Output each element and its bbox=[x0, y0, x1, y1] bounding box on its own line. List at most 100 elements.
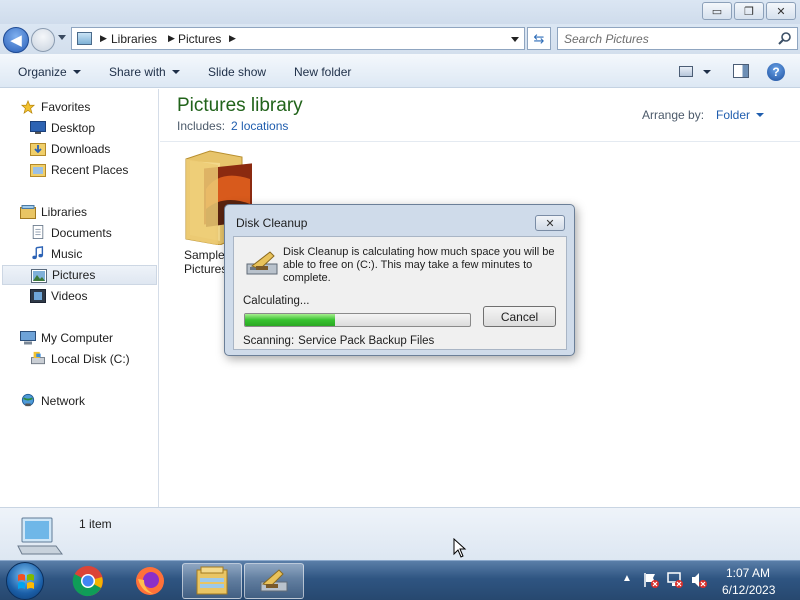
details-pane: 1 item bbox=[0, 507, 800, 560]
disk-cleanup-icon bbox=[246, 251, 278, 275]
clock-time[interactable]: 1:07 AM bbox=[726, 566, 770, 580]
refresh-icon: ⇆ bbox=[533, 30, 545, 46]
breadcrumb[interactable]: ▶ Libraries ▶ Pictures ▶ bbox=[71, 27, 525, 50]
music-icon bbox=[32, 246, 44, 260]
sidebar-item-desktop[interactable]: Desktop bbox=[0, 118, 157, 138]
taskbar-firefox[interactable] bbox=[120, 563, 180, 599]
back-arrow-icon: ◀ bbox=[10, 32, 22, 49]
sidebar-item-my-computer[interactable]: My Computer bbox=[0, 328, 157, 348]
sidebar-item-label: Music bbox=[51, 247, 83, 261]
preview-pane-icon[interactable] bbox=[733, 64, 749, 78]
sidebar-item-label: Recent Places bbox=[51, 163, 129, 177]
sidebar-item-label: Network bbox=[41, 394, 86, 408]
star-icon bbox=[20, 100, 36, 114]
recent-pages-dropdown[interactable] bbox=[58, 35, 66, 40]
address-bar: ◀ ▶ Libraries ▶ Pictures ▶ ⇆ bbox=[0, 24, 800, 54]
library-includes: Includes: 2 locations bbox=[177, 119, 288, 133]
organize-label: Organize bbox=[18, 65, 67, 79]
share-with-button[interactable]: Share with bbox=[109, 65, 180, 79]
explorer-icon bbox=[196, 566, 228, 595]
mouse-cursor-icon bbox=[453, 538, 467, 558]
includes-label: Includes: bbox=[177, 119, 226, 133]
breadcrumb-separator-icon[interactable]: ▶ bbox=[168, 33, 175, 44]
firefox-icon bbox=[136, 567, 164, 595]
new-folder-button[interactable]: New folder bbox=[294, 65, 351, 79]
sidebar-item-music[interactable]: Music bbox=[0, 244, 157, 264]
network-icon bbox=[21, 393, 35, 407]
volume-muted-icon[interactable] bbox=[690, 571, 708, 589]
slide-show-button[interactable]: Slide show bbox=[208, 65, 266, 79]
dialog-body: Disk Cleanup is calculating how much spa… bbox=[233, 236, 567, 350]
sidebar-item-documents[interactable]: Documents bbox=[0, 223, 157, 243]
sidebar-item-videos[interactable]: Videos bbox=[0, 286, 157, 306]
change-view-icon[interactable] bbox=[679, 66, 693, 77]
sidebar-item-local-disk[interactable]: Local Disk (C:) bbox=[0, 349, 157, 369]
dialog-title: Disk Cleanup bbox=[236, 216, 308, 230]
action-center-icon[interactable] bbox=[642, 571, 660, 589]
sidebar-item-favorites[interactable]: Favorites bbox=[0, 97, 157, 117]
taskbar-chrome[interactable] bbox=[58, 563, 118, 599]
taskbar: ▲ bbox=[0, 560, 800, 600]
show-hidden-icons-icon[interactable]: ▲ bbox=[622, 573, 632, 584]
calculating-label: Calculating... bbox=[243, 295, 310, 307]
start-button[interactable] bbox=[6, 562, 44, 600]
refresh-button[interactable]: ⇆ bbox=[527, 27, 551, 50]
sidebar-item-label: Videos bbox=[51, 289, 88, 303]
breadcrumb-separator-icon[interactable]: ▶ bbox=[100, 33, 107, 44]
sidebar-item-network[interactable]: Network bbox=[0, 391, 157, 411]
minimize-button[interactable]: ▭ bbox=[702, 2, 732, 20]
sidebar-item-libraries[interactable]: Libraries bbox=[0, 202, 157, 222]
sidebar-item-label: Favorites bbox=[41, 100, 91, 114]
progress-fill bbox=[245, 314, 335, 326]
sidebar-item-label: Local Disk (C:) bbox=[51, 352, 130, 366]
sidebar-item-pictures[interactable]: Pictures bbox=[2, 265, 157, 285]
chrome-icon bbox=[72, 566, 103, 597]
scanning-label: Scanning: bbox=[243, 335, 295, 347]
disk-cleanup-dialog: Disk Cleanup ✕ Disk Cleanup is calculati… bbox=[224, 204, 575, 356]
breadcrumb-libraries[interactable]: Libraries bbox=[111, 32, 157, 46]
window-titlebar: ▭ ❐ ✕ bbox=[0, 0, 800, 24]
address-dropdown[interactable] bbox=[511, 37, 519, 42]
sidebar-item-downloads[interactable]: Downloads bbox=[0, 139, 157, 159]
forward-button[interactable] bbox=[31, 28, 55, 52]
back-button[interactable]: ◀ bbox=[3, 27, 29, 53]
chevron-down-icon bbox=[756, 113, 765, 117]
slide-show-label: Slide show bbox=[208, 65, 267, 79]
taskbar-disk-cleanup[interactable] bbox=[244, 563, 304, 599]
arrange-by-dropdown[interactable]: Folder bbox=[716, 108, 765, 122]
sidebar-item-recent-places[interactable]: Recent Places bbox=[0, 160, 157, 180]
arrange-by-label: Arrange by: bbox=[642, 108, 705, 122]
sidebar-item-label: Desktop bbox=[51, 121, 96, 135]
sidebar-item-label: Downloads bbox=[51, 142, 111, 156]
videos-icon bbox=[30, 289, 46, 303]
taskbar-explorer[interactable] bbox=[182, 563, 242, 599]
restore-button[interactable]: ❐ bbox=[734, 2, 764, 20]
search-box[interactable] bbox=[557, 27, 798, 50]
sidebar-item-label: Documents bbox=[51, 226, 112, 240]
locations-link[interactable]: 2 locations bbox=[231, 119, 288, 133]
network-status-icon[interactable] bbox=[666, 571, 684, 589]
share-with-label: Share with bbox=[109, 65, 166, 79]
dialog-close-button[interactable]: ✕ bbox=[535, 215, 565, 231]
recent-places-icon bbox=[30, 164, 46, 177]
libraries-icon bbox=[20, 205, 36, 219]
breadcrumb-separator-icon[interactable]: ▶ bbox=[229, 33, 236, 44]
documents-icon bbox=[32, 225, 44, 239]
view-options-dropdown[interactable] bbox=[703, 70, 711, 74]
arrange-by-value: Folder bbox=[716, 108, 751, 122]
dialog-message: Disk Cleanup is calculating how much spa… bbox=[283, 246, 555, 284]
cancel-button[interactable]: Cancel bbox=[483, 306, 556, 327]
close-button[interactable]: ✕ bbox=[766, 2, 796, 20]
downloads-folder-icon bbox=[30, 143, 46, 156]
organize-button[interactable]: Organize bbox=[18, 65, 81, 79]
windows-logo-icon bbox=[18, 574, 34, 589]
breadcrumb-pictures[interactable]: Pictures bbox=[178, 32, 221, 46]
page-title: Pictures library bbox=[177, 95, 303, 116]
scanning-item: Service Pack Backup Files bbox=[298, 335, 435, 347]
clock-date[interactable]: 6/12/2023 bbox=[722, 583, 775, 597]
disk-cleanup-icon bbox=[260, 569, 288, 592]
search-icon[interactable] bbox=[777, 31, 792, 46]
search-input[interactable] bbox=[564, 30, 764, 47]
help-icon[interactable]: ? bbox=[767, 63, 785, 81]
local-disk-icon bbox=[31, 351, 45, 365]
